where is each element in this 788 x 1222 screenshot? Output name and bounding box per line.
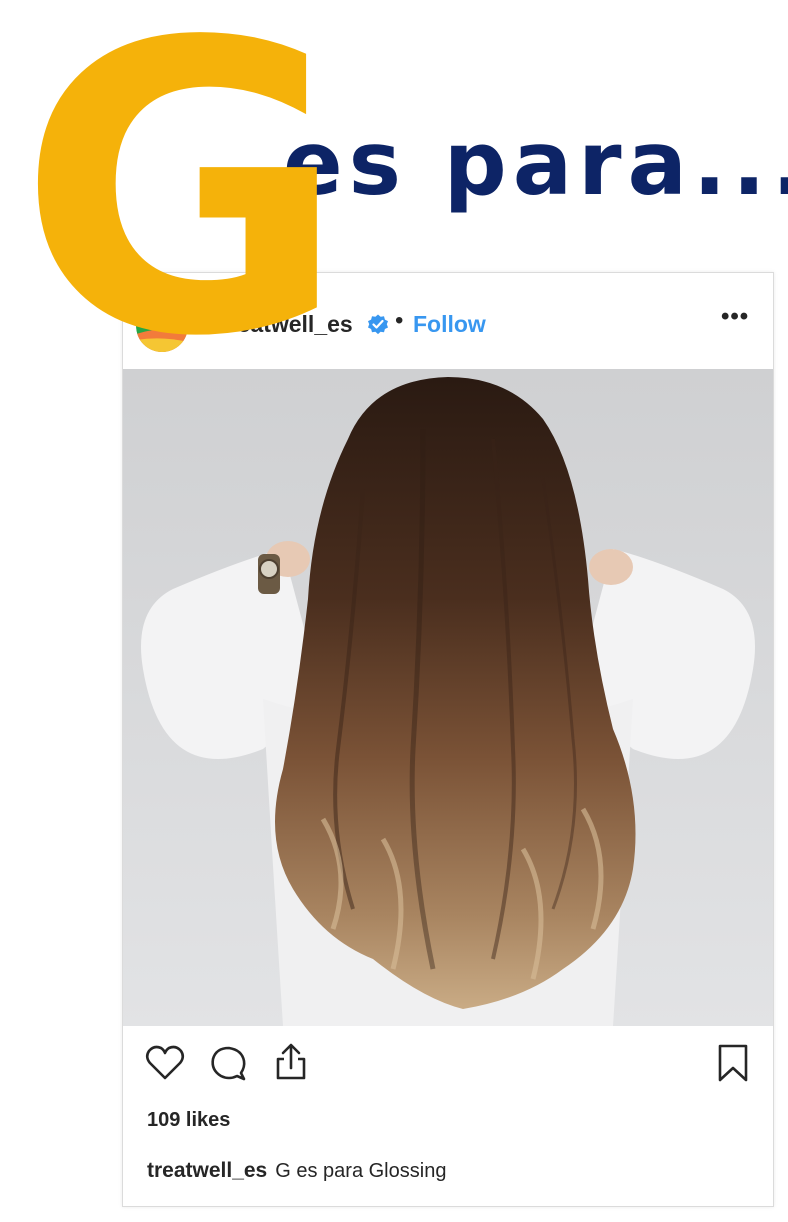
share-icon[interactable] (273, 1042, 309, 1082)
post-photo[interactable] (123, 369, 773, 1026)
more-options-icon[interactable]: ••• (721, 303, 749, 331)
caption-text: G es para Glossing (275, 1160, 447, 1182)
follow-button[interactable]: Follow (413, 311, 486, 338)
separator-dot: • (395, 307, 404, 334)
post-caption: treatwell_es G es para Glossing (147, 1159, 446, 1183)
comment-icon[interactable] (209, 1045, 247, 1083)
caption-username[interactable]: treatwell_es (147, 1159, 267, 1182)
headline: es para... (283, 112, 788, 215)
verified-badge-icon (368, 314, 388, 335)
hair-photo (123, 369, 773, 1026)
bookmark-icon[interactable] (717, 1043, 749, 1083)
likes-count[interactable]: 109 likes (147, 1109, 230, 1132)
heart-icon[interactable] (145, 1045, 185, 1081)
post-actions: 109 likes treatwell_es G es para Glossing (123, 1026, 773, 1206)
big-letter-g: G (18, 0, 346, 424)
